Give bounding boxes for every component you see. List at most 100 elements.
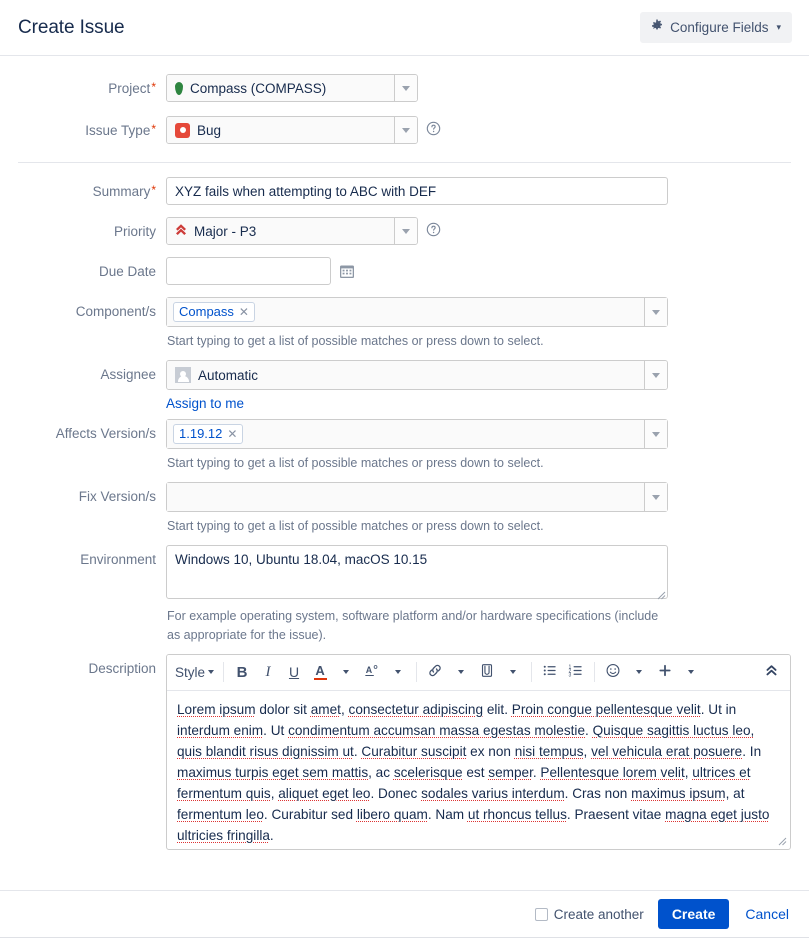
more-formatting-button[interactable]: A — [359, 659, 385, 685]
link-button[interactable] — [422, 659, 448, 685]
style-dropdown-label: Style — [175, 664, 206, 680]
attachment-icon — [479, 663, 495, 681]
close-icon[interactable]: ✕ — [239, 305, 249, 319]
more-formatting-dropdown-button[interactable] — [385, 659, 411, 685]
issue-type-help-icon[interactable] — [426, 121, 441, 139]
fix-versions-multiselect[interactable] — [166, 482, 668, 513]
issue-type-select-arrow[interactable] — [394, 117, 417, 143]
assignee-select-value[interactable]: Automatic — [167, 361, 644, 390]
underline-button[interactable]: U — [281, 659, 307, 685]
insert-button[interactable] — [652, 659, 678, 685]
project-select-value[interactable]: Compass (COMPASS) — [167, 75, 394, 101]
italic-button[interactable]: I — [255, 659, 281, 685]
field-row-fix-versions: Fix Version/s Start typing to get a list… — [18, 482, 791, 535]
link-dropdown-button[interactable] — [448, 659, 474, 685]
summary-input[interactable] — [166, 177, 668, 205]
components-help-text: Start typing to get a list of possible m… — [167, 334, 544, 348]
priority-select-arrow[interactable] — [394, 218, 417, 244]
chevron-down-icon — [402, 85, 410, 91]
style-dropdown-button[interactable]: Style — [171, 659, 218, 685]
chevron-down-icon — [402, 228, 410, 234]
create-another-checkbox-wrap[interactable]: Create another — [534, 906, 644, 922]
emoji-button[interactable] — [600, 659, 626, 685]
numbered-list-button[interactable]: 1 2 3 — [563, 659, 589, 685]
due-date-input[interactable] — [166, 257, 331, 285]
chevron-down-icon — [652, 372, 660, 378]
italic-icon: I — [265, 663, 271, 680]
main-fields-section: Summary* Priority — [0, 163, 809, 850]
field-row-summary: Summary* — [18, 177, 791, 205]
field-row-affects-versions: Affects Version/s 1.19.12 ✕ Start typing… — [18, 419, 791, 472]
issue-type-select-value[interactable]: Bug — [167, 117, 394, 143]
create-another-label: Create another — [553, 906, 644, 922]
attachment-button[interactable] — [474, 659, 500, 685]
component-chip[interactable]: Compass ✕ — [173, 302, 255, 322]
field-row-issue-type: Issue Type* Bug — [18, 116, 791, 144]
create-button[interactable]: Create — [657, 899, 730, 929]
fix-versions-select-arrow[interactable] — [644, 483, 667, 512]
field-row-project: Project* Compass (COMPASS) — [18, 74, 791, 102]
page-title: Create Issue — [18, 16, 125, 38]
fix-versions-help-text: Start typing to get a list of possible m… — [167, 519, 544, 534]
affects-versions-label: Affects Version/s — [55, 426, 156, 442]
components-chip-area[interactable]: Compass ✕ — [167, 298, 644, 326]
insert-dropdown-button[interactable] — [678, 659, 704, 685]
assign-to-me-link[interactable]: Assign to me — [166, 396, 244, 411]
emoji-icon — [605, 663, 621, 681]
field-row-environment: Environment For example operating system… — [18, 545, 791, 643]
create-another-checkbox[interactable] — [534, 907, 548, 921]
affects-versions-chip-area[interactable]: 1.19.12 ✕ — [167, 420, 644, 449]
bullet-list-button[interactable] — [537, 659, 563, 685]
chevron-down-icon — [208, 670, 215, 675]
issue-type-select[interactable]: Bug — [166, 116, 418, 144]
text-color-button[interactable]: A — [307, 659, 333, 685]
priority-select-value[interactable]: Major - P3 — [167, 218, 394, 244]
assignee-select[interactable]: Automatic — [166, 360, 668, 391]
affects-version-chip[interactable]: 1.19.12 ✕ — [173, 424, 244, 445]
environment-label: Environment — [80, 552, 156, 568]
resize-grip-icon — [778, 837, 787, 845]
underline-icon: U — [288, 664, 300, 681]
issue-type-value-text: Bug — [197, 122, 222, 138]
environment-textarea[interactable] — [166, 545, 668, 600]
bold-button[interactable]: B — [229, 659, 255, 685]
emoji-dropdown-button[interactable] — [626, 659, 652, 685]
fix-versions-chip-area[interactable] — [167, 483, 644, 512]
affects-versions-multiselect[interactable]: 1.19.12 ✕ — [166, 419, 668, 450]
description-content[interactable]: Lorem ipsum dolor sit amet, consectetur … — [167, 691, 790, 849]
bold-icon: B — [236, 663, 248, 681]
priority-help-icon[interactable] — [426, 222, 441, 240]
user-avatar-icon — [175, 367, 191, 384]
affects-versions-select-arrow[interactable] — [644, 420, 667, 449]
components-label: Component/s — [75, 304, 156, 319]
configure-fields-button[interactable]: Configure Fields ▾ — [640, 12, 792, 43]
close-icon[interactable]: ✕ — [227, 427, 237, 441]
project-select[interactable]: Compass (COMPASS) — [166, 74, 418, 102]
project-select-arrow[interactable] — [394, 75, 417, 101]
priority-major-icon — [175, 223, 187, 239]
description-paragraph: Lorem ipsum dolor sit amet, consectetur … — [177, 701, 770, 843]
field-row-priority: Priority Major - P3 — [18, 217, 791, 245]
cancel-button[interactable]: Cancel — [743, 902, 791, 926]
assignee-select-arrow[interactable] — [644, 361, 667, 390]
double-chevron-up-icon — [764, 663, 779, 681]
description-toolbar: Style B I U A A 1 2 3 — [167, 654, 790, 691]
text-color-dropdown-button[interactable] — [333, 659, 359, 685]
link-icon — [427, 663, 443, 681]
affects-version-chip-label: 1.19.12 — [179, 426, 223, 442]
calendar-icon[interactable] — [339, 263, 355, 279]
components-select-arrow[interactable] — [644, 298, 667, 326]
plus-icon — [657, 663, 673, 681]
collapse-toolbar-button[interactable] — [758, 659, 784, 685]
description-label: Description — [88, 660, 156, 676]
priority-select[interactable]: Major - P3 — [166, 217, 418, 245]
priority-label: Priority — [113, 224, 156, 239]
attachment-dropdown-button[interactable] — [500, 659, 526, 685]
toolbar-divider — [416, 662, 418, 683]
chevron-down-icon — [688, 670, 695, 675]
compass-leaf-icon — [175, 81, 183, 95]
components-multiselect[interactable]: Compass ✕ — [166, 297, 668, 327]
assignee-value-text: Automatic — [198, 367, 259, 383]
dialog-footer: Create another Create Cancel — [0, 890, 809, 937]
text-color-icon: A — [313, 664, 327, 681]
